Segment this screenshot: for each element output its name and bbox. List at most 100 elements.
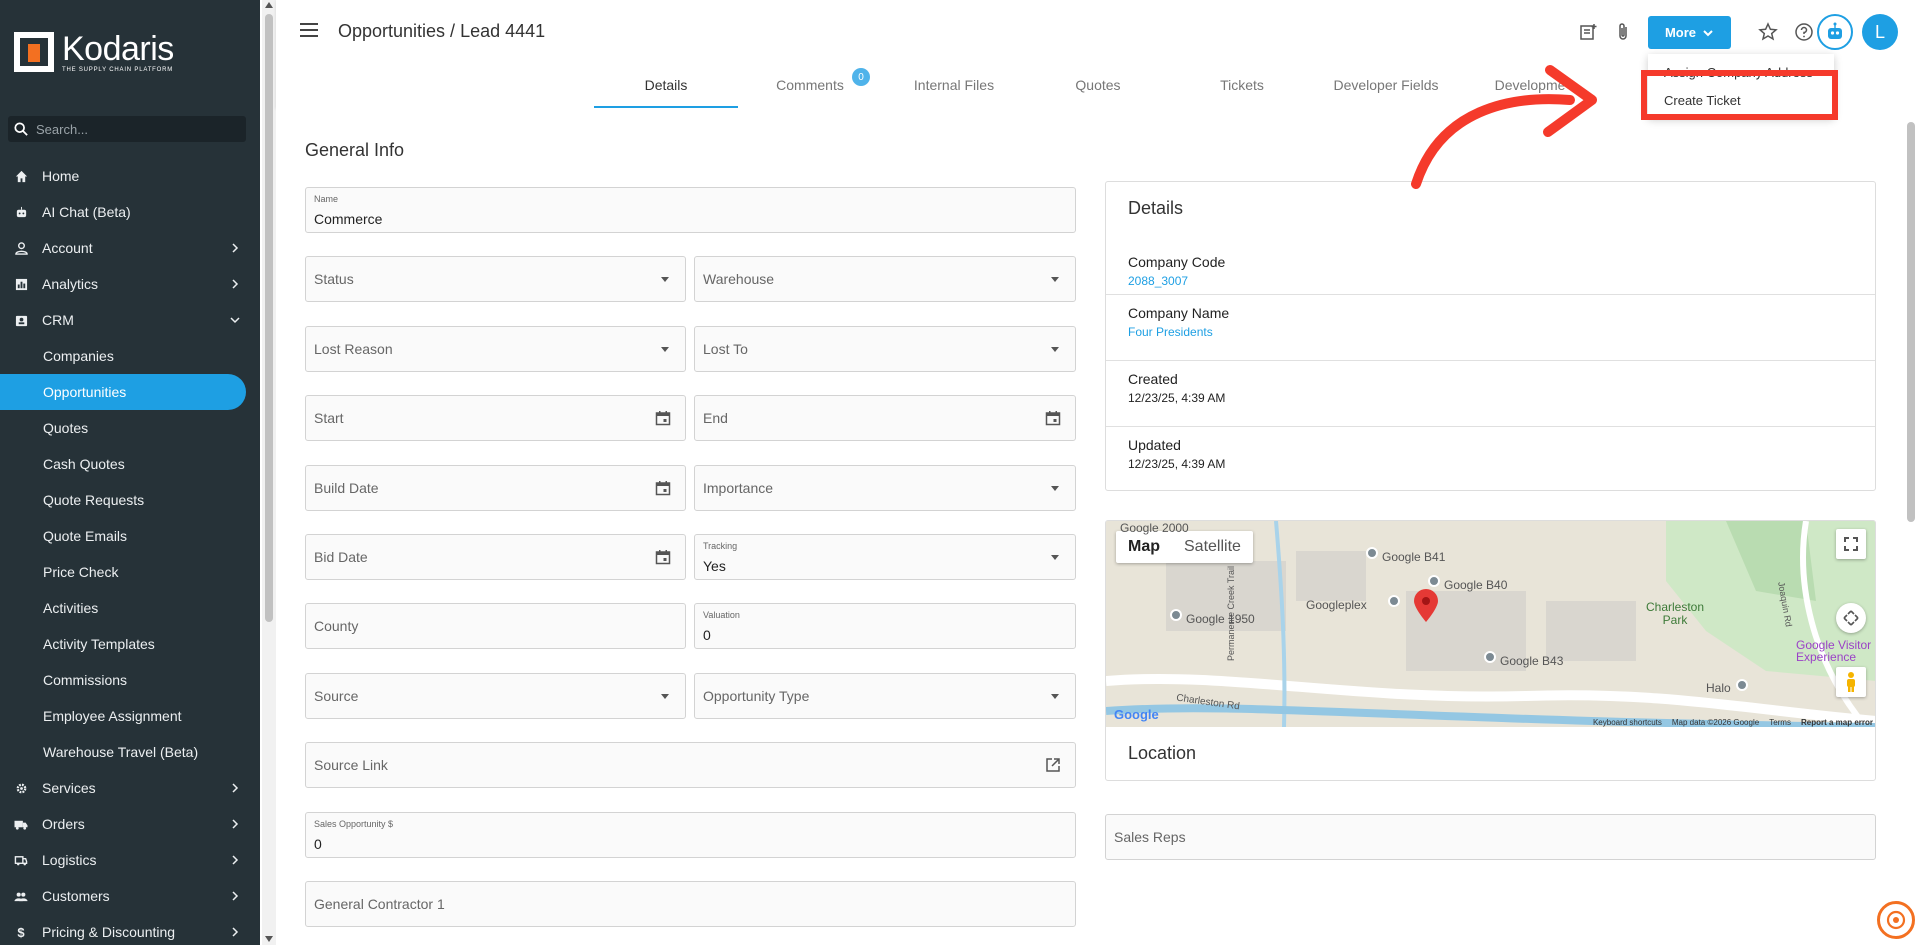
sidebar-scrollbar[interactable] [262,0,276,945]
sidebar-sub-companies[interactable]: Companies [0,338,260,374]
report-map-error-link[interactable]: Report a map error [1801,718,1873,727]
map-type-tabs: Map Satellite [1116,531,1253,563]
tab-comments[interactable]: Comments 0 [738,68,882,108]
sidebar-sub-quotes[interactable]: Quotes [0,410,260,446]
county-field[interactable]: County [305,603,686,649]
build-date-placeholder: Build Date [314,480,379,496]
end-date-field[interactable]: End [694,395,1076,441]
calendar-icon[interactable] [655,410,671,426]
sidebar-item-analytics[interactable]: Analytics [0,266,260,302]
name-field[interactable]: Name Commerce [305,187,1076,233]
calendar-icon[interactable] [1045,410,1061,426]
sidebar-item-services[interactable]: Services [0,770,260,806]
sidebar-nav: Home AI Chat (Beta) Account Analytics CR… [0,158,260,945]
help-icon[interactable] [1793,21,1815,43]
sales-opportunity-field[interactable]: Sales Opportunity $ 0 [305,812,1076,858]
star-icon[interactable] [1757,21,1779,43]
fullscreen-icon[interactable] [1836,529,1866,559]
sidebar-sub-cash-quotes[interactable]: Cash Quotes [0,446,260,482]
sales-reps-field[interactable]: Sales Reps [1105,814,1876,860]
sidebar-sub-warehouse-travel[interactable]: Warehouse Travel (Beta) [0,734,260,770]
add-note-icon[interactable] [1577,21,1599,43]
general-contractor-field[interactable]: General Contractor 1 [305,881,1076,927]
sidebar-sub-price-check[interactable]: Price Check [0,554,260,590]
map-label: Google 2000 [1120,521,1189,535]
sidebar-sub-employee-assignment[interactable]: Employee Assignment [0,698,260,734]
sidebar-item-account[interactable]: Account [0,230,260,266]
map-poi-pin-icon [1388,595,1400,607]
sidebar-sub-opportunities[interactable]: Opportunities [0,374,246,410]
tab-quotes[interactable]: Quotes [1026,70,1170,108]
sidebar-item-label: Services [42,780,96,796]
sidebar-item-pricing[interactable]: $ Pricing & Discounting [0,914,260,945]
google-map[interactable]: Map Satellite Google 2000 Google B41 Goo… [1106,521,1875,727]
scroll-down-arrow[interactable] [265,936,273,942]
sidebar-sub-activity-templates[interactable]: Activity Templates [0,626,260,662]
lost-reason-select[interactable]: Lost Reason [305,326,686,372]
details-card-title: Details [1128,198,1184,218]
attachment-icon[interactable] [1612,21,1634,43]
people-icon [14,889,28,903]
valuation-label: Valuation [703,610,740,620]
name-field-value: Commerce [314,211,383,227]
satellite-view-tab[interactable]: Satellite [1172,531,1253,563]
main-scrollbar[interactable] [1904,110,1918,945]
tab-details[interactable]: Details [594,70,738,108]
sidebar-sub-quote-emails[interactable]: Quote Emails [0,518,260,554]
sidebar-item-home[interactable]: Home [0,158,260,194]
map-pan-control-icon[interactable] [1836,603,1866,633]
sidebar-sub-quote-requests[interactable]: Quote Requests [0,482,260,518]
importance-select[interactable]: Importance [694,465,1076,511]
detail-row-created: Created 12/23/25, 4:39 AM [1106,360,1875,426]
lost-to-select[interactable]: Lost To [694,326,1076,372]
sidebar-item-customers[interactable]: Customers [0,878,260,914]
map-label: Google B41 [1382,550,1446,564]
page-title: Opportunities / Lead 4441 [338,21,546,41]
dollar-icon: $ [17,924,25,940]
sidebar-sub-commissions[interactable]: Commissions [0,662,260,698]
search-box[interactable] [8,116,246,142]
start-date-field[interactable]: Start [305,395,686,441]
map-view-tab[interactable]: Map [1116,531,1172,563]
sidebar-item-label: Logistics [42,852,97,868]
tracking-select[interactable]: Tracking Yes [694,534,1076,580]
location-map-card: Map Satellite Google 2000 Google B41 Goo… [1105,520,1876,781]
more-button[interactable]: More [1648,16,1731,49]
map-marker-icon[interactable] [1413,589,1439,623]
street-view-pegman-icon[interactable] [1836,667,1866,697]
support-chat-icon[interactable] [1877,901,1915,939]
build-date-field[interactable]: Build Date [305,465,686,511]
calendar-icon[interactable] [655,549,671,565]
source-link-field[interactable]: Source Link [305,742,1076,788]
user-avatar[interactable]: L [1862,14,1898,50]
warehouse-select[interactable]: Warehouse [694,256,1076,302]
menu-icon[interactable] [300,23,318,37]
open-external-link-icon[interactable] [1045,757,1061,773]
tab-internal-files[interactable]: Internal Files [882,70,1026,108]
source-select[interactable]: Source [305,673,686,719]
tab-tickets[interactable]: Tickets [1170,70,1314,108]
valuation-field[interactable]: Valuation 0 [694,603,1076,649]
company-name-link[interactable]: Four Presidents [1128,325,1213,339]
scrollbar-thumb[interactable] [265,14,273,622]
opportunity-type-select[interactable]: Opportunity Type [694,673,1076,719]
keyboard-shortcuts-link[interactable]: Keyboard shortcuts [1593,718,1662,727]
sidebar-item-logistics[interactable]: Logistics [0,842,260,878]
bid-date-field[interactable]: Bid Date [305,534,686,580]
company-code-link[interactable]: 2088_3007 [1128,274,1188,288]
calendar-icon[interactable] [655,480,671,496]
search-input[interactable] [36,121,226,137]
sidebar-item-ai-chat[interactable]: AI Chat (Beta) [0,194,260,230]
map-terms-link[interactable]: Terms [1769,718,1791,727]
warehouse-placeholder: Warehouse [703,271,775,287]
logo[interactable]: Kodaris THE SUPPLY CHAIN PLATFORM [14,30,174,74]
sidebar-sub-activities[interactable]: Activities [0,590,260,626]
ai-assistant-robot-icon[interactable] [1817,14,1853,50]
map-label: Googleplex [1306,598,1367,612]
status-select[interactable]: Status [305,256,686,302]
scrollbar-thumb[interactable] [1907,122,1915,522]
sidebar-item-crm[interactable]: CRM [0,302,260,338]
scroll-up-arrow[interactable] [265,2,273,8]
sidebar-item-orders[interactable]: Orders [0,806,260,842]
map-label: Google Visitor Experience [1796,638,1872,664]
